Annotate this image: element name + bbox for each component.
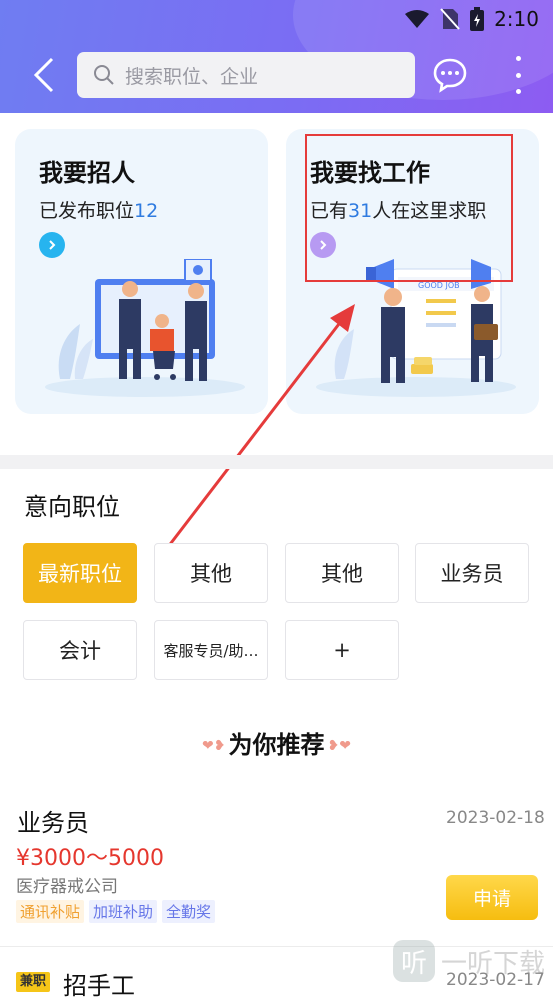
job-company: 医疗器戒公司 <box>16 877 118 897</box>
wifi-icon <box>405 10 430 28</box>
search-icon <box>94 65 114 85</box>
heart-icon: ❤❥ <box>202 738 226 754</box>
heart-icon: ❥❤ <box>327 738 351 754</box>
chat-message-icon[interactable] <box>432 57 468 93</box>
section-divider <box>0 455 553 469</box>
search-placeholder: 搜索职位、企业 <box>125 65 259 88</box>
add-tag-button[interactable]: + <box>285 620 399 680</box>
tag-latest-jobs[interactable]: 最新职位 <box>23 543 137 603</box>
apply-button[interactable]: 申请 <box>446 875 538 920</box>
watermark-text: 一听下载 <box>441 948 546 979</box>
benefit-tag: 加班补助 <box>89 900 158 923</box>
benefit-tag: 通讯补贴 <box>16 900 85 923</box>
tag-salesman[interactable]: 业务员 <box>415 543 529 603</box>
top-header: 2:10 搜索职位、企业 <box>0 0 553 113</box>
job-title[interactable]: 招手工 <box>63 966 135 1001</box>
good-job-text: GOOD JOB <box>418 281 460 290</box>
recommend-title: 为你推荐 <box>228 731 325 759</box>
recruit-card[interactable]: 我要招人 已发布职位12 <box>15 129 268 414</box>
posted-job-count: 12 <box>134 200 159 222</box>
watermark: 听 一听下载 <box>393 940 545 982</box>
recruit-card-title: 我要招人 <box>39 159 135 187</box>
battery-icon <box>470 7 485 31</box>
tag-customer-service[interactable]: 客服专员/助… <box>154 620 268 680</box>
status-bar: 2:10 <box>404 6 539 32</box>
job-benefits: 通讯补贴 加班补助 全勤奖 <box>16 900 216 923</box>
more-menu-button[interactable] <box>505 56 531 94</box>
recruit-illustration <box>45 259 245 397</box>
back-button[interactable] <box>26 54 62 96</box>
recruit-card-subtitle: 已发布职位12 <box>39 200 159 222</box>
back-arrow-icon <box>33 57 54 93</box>
tag-other-1[interactable]: 其他 <box>154 543 268 603</box>
chevron-right-icon <box>49 240 56 250</box>
tag-accountant[interactable]: 会计 <box>23 620 137 680</box>
annotation-highlight-box <box>305 134 513 282</box>
no-sim-icon <box>440 8 460 30</box>
watermark-logo: 听 <box>393 940 435 982</box>
tag-other-2[interactable]: 其他 <box>285 543 399 603</box>
recommend-title-row: ❤❥ 为你推荐 ❥❤ <box>0 725 553 760</box>
recruit-card-arrow-button[interactable] <box>39 232 65 258</box>
job-title[interactable]: 业务员 <box>17 803 89 838</box>
part-time-badge: 兼职 <box>16 972 51 992</box>
job-salary: ¥3000～5000 <box>16 846 164 871</box>
benefit-tag: 全勤奖 <box>162 900 216 923</box>
intent-section-title: 意向职位 <box>24 493 120 521</box>
status-time: 2:10 <box>494 7 539 31</box>
search-input[interactable]: 搜索职位、企业 <box>77 52 415 98</box>
job-date: 2023-02-18 <box>446 808 545 828</box>
